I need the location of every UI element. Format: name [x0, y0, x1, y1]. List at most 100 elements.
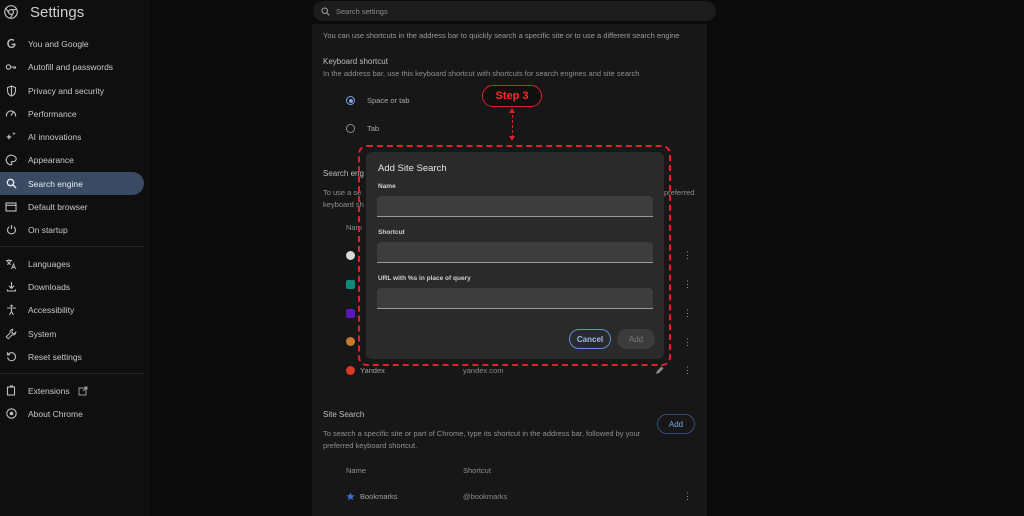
intro-text: You can use shortcuts in the address bar…: [323, 31, 680, 40]
duckduckgo-engine-icon: [346, 337, 355, 346]
sidebar-item-performance[interactable]: Performance: [0, 102, 144, 125]
more-options-icon[interactable]: ⋮: [683, 279, 692, 290]
site-search-add-button[interactable]: Add: [657, 414, 695, 434]
speedometer-icon: [5, 108, 17, 120]
sidebar-item-label: Performance: [28, 108, 77, 119]
search-icon: [321, 6, 330, 16]
google-engine-icon: [346, 251, 355, 260]
site-search-desc-2: preferred keyboard shortcut.: [323, 441, 418, 450]
sidebar-item-languages[interactable]: Languages: [0, 252, 144, 275]
more-options-icon[interactable]: ⋮: [683, 337, 692, 348]
bing-engine-icon: [346, 280, 355, 289]
yandex-engine-icon: [346, 366, 355, 375]
engine-name: Yandex: [360, 366, 385, 375]
sidebar-item-label: AI innovations: [28, 131, 82, 142]
sidebar-item-label: Accessibility: [28, 304, 75, 315]
sidebar-divider: [0, 373, 144, 374]
radio-label-tab: Tab: [367, 124, 380, 133]
sidebar-item-reset-settings[interactable]: Reset settings: [0, 345, 144, 368]
google-icon: [5, 38, 17, 50]
sidebar-item-label: On startup: [28, 224, 68, 235]
sidebar-item-label: Privacy and security: [28, 85, 105, 96]
step-arrow: [512, 110, 514, 138]
sidebar-item-label: Languages: [28, 258, 71, 269]
wrench-icon: [5, 328, 17, 340]
page-title: Settings: [30, 3, 85, 21]
dialog-title: Add Site Search: [378, 163, 447, 174]
search-engines-desc-1: To use a se: [323, 188, 362, 197]
site-search-heading: Site Search: [323, 410, 365, 419]
sidebar-item-label: Reset settings: [28, 351, 82, 362]
translate-icon: [5, 258, 17, 270]
more-options-icon[interactable]: ⋮: [683, 365, 692, 376]
sidebar-item-you-and-google[interactable]: You and Google: [0, 32, 144, 55]
search-placeholder: Search settings: [336, 6, 388, 16]
step-badge: Step 3: [482, 85, 542, 107]
shortcut-field[interactable]: [377, 242, 653, 263]
sidebar-item-extensions[interactable]: Extensions: [0, 379, 144, 402]
key-icon: [5, 61, 17, 73]
sidebar-item-label: Extensions: [28, 385, 70, 396]
sidebar-item-system[interactable]: System: [0, 322, 144, 345]
sidebar-item-downloads[interactable]: Downloads: [0, 275, 144, 298]
radio-space-or-tab[interactable]: [346, 96, 355, 105]
sidebar-item-on-startup[interactable]: On startup: [0, 218, 144, 241]
external-link-icon: [78, 386, 88, 395]
site-search-name: Bookmarks: [360, 492, 398, 501]
more-options-icon[interactable]: ⋮: [683, 491, 692, 502]
column-header-shortcut: Shortcut: [463, 466, 491, 475]
sidebar-item-label: System: [28, 328, 57, 339]
site-search-desc-1: To search a specific site or part of Chr…: [323, 429, 641, 438]
download-icon: [5, 281, 17, 293]
site-search-shortcut: @bookmarks: [463, 492, 508, 501]
keyboard-shortcut-description: In the address bar, use this keyboard sh…: [323, 69, 640, 78]
arrow-head: [509, 136, 515, 141]
sidebar-item-autofill[interactable]: Autofill and passwords: [0, 55, 144, 78]
bookmark-star-icon: [346, 492, 355, 501]
sidebar-item-privacy[interactable]: Privacy and security: [0, 79, 144, 102]
sidebar-item-ai-innovations[interactable]: AI innovations: [0, 125, 144, 148]
cancel-button[interactable]: Cancel: [569, 329, 611, 349]
add-button[interactable]: Add: [617, 329, 655, 349]
engine-url: yandex.com: [463, 366, 504, 375]
chrome-logo-icon: [4, 5, 18, 19]
sidebar: Settings You and Google Autofill and pas…: [0, 0, 150, 516]
yahoo-engine-icon: [346, 309, 355, 318]
search-settings-input[interactable]: Search settings: [313, 1, 716, 21]
sidebar-item-label: You and Google: [28, 38, 89, 49]
sidebar-item-about-chrome[interactable]: About Chrome: [0, 402, 144, 425]
edit-pencil-icon[interactable]: [655, 366, 664, 375]
palette-icon: [5, 154, 17, 166]
more-options-icon[interactable]: ⋮: [683, 308, 692, 319]
sidebar-item-label: Search engine: [28, 178, 83, 189]
sidebar-item-label: Appearance: [28, 154, 74, 165]
sidebar-item-default-browser[interactable]: Default browser: [0, 195, 144, 218]
name-field-label: Name: [378, 183, 396, 190]
settings-brand: Settings: [4, 2, 84, 22]
sidebar-item-accessibility[interactable]: Accessibility: [0, 298, 144, 321]
shortcut-field-label: Shortcut: [378, 229, 405, 236]
url-field-label: URL with %s in place of query: [378, 275, 471, 282]
sidebar-item-label: About Chrome: [28, 408, 83, 419]
sidebar-item-label: Downloads: [28, 281, 71, 292]
sidebar-item-label: Autofill and passwords: [28, 61, 114, 72]
more-options-icon[interactable]: ⋮: [683, 250, 692, 261]
shield-icon: [5, 84, 17, 97]
sidebar-item-label: Default browser: [28, 201, 88, 212]
sparkle-icon: [5, 131, 17, 143]
radio-label-space-or-tab: Space or tab: [367, 96, 410, 105]
search-icon: [5, 178, 17, 190]
sidebar-divider: [0, 246, 144, 247]
radio-tab[interactable]: [346, 124, 355, 133]
reset-icon: [5, 351, 17, 363]
chrome-icon: [5, 408, 17, 420]
url-field[interactable]: [377, 288, 653, 309]
accessibility-icon: [5, 304, 17, 316]
name-field[interactable]: [377, 196, 653, 217]
puzzle-icon: [5, 385, 17, 397]
browser-icon: [5, 201, 17, 213]
sidebar-item-appearance[interactable]: Appearance: [0, 148, 144, 171]
add-site-search-dialog: Add Site Search Name Shortcut URL with %…: [366, 152, 664, 359]
power-icon: [5, 224, 17, 236]
sidebar-item-search-engine[interactable]: Search engine: [0, 172, 144, 195]
